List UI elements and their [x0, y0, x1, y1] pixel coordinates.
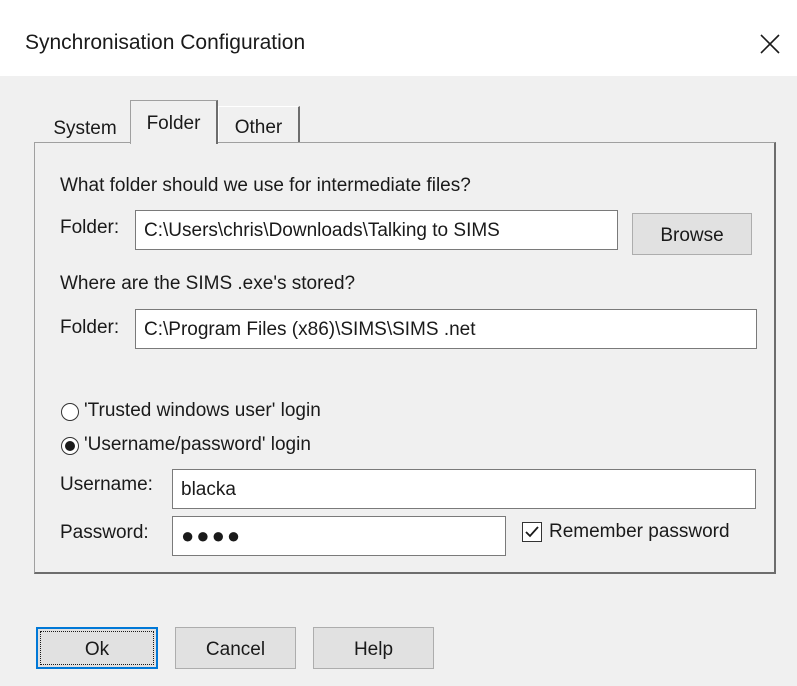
tab-other-label: Other [234, 117, 283, 138]
close-button[interactable] [752, 26, 788, 62]
focus-rectangle [40, 631, 154, 665]
username-input[interactable]: blacka [172, 469, 756, 509]
exe-folder-input[interactable]: C:\Program Files (x86)\SIMS\SIMS .net [135, 309, 757, 349]
tab-system[interactable]: System [40, 108, 130, 144]
intermediate-folder-question: What folder should we use for intermedia… [60, 175, 471, 196]
username-password-label[interactable]: 'Username/password' login [84, 434, 311, 456]
folder-tab-panel: What folder should we use for intermedia… [34, 142, 776, 574]
close-icon [760, 34, 780, 54]
remember-password-checkbox[interactable] [522, 522, 542, 542]
password-input[interactable]: ●●●● [172, 516, 506, 556]
checkmark-icon [525, 526, 539, 538]
ok-button[interactable]: Ok [36, 627, 158, 669]
tab-folder[interactable]: Folder [130, 100, 218, 144]
remember-password-label[interactable]: Remember password [549, 521, 730, 543]
username-label: Username: [60, 474, 153, 495]
tab-other[interactable]: Other [218, 106, 300, 142]
exe-location-question: Where are the SIMS .exe's stored? [60, 273, 356, 294]
intermediate-folder-input[interactable]: C:\Users\chris\Downloads\Talking to SIMS [135, 210, 618, 250]
title-bar: Synchronisation Configuration [0, 0, 797, 76]
window-title: Synchronisation Configuration [25, 31, 306, 54]
radio-selected-dot [65, 441, 75, 451]
tab-folder-label: Folder [146, 113, 201, 134]
username-value: blacka [181, 479, 236, 500]
password-value: ●●●● [181, 523, 243, 548]
cancel-button[interactable]: Cancel [175, 627, 296, 669]
help-button[interactable]: Help [313, 627, 434, 669]
password-label: Password: [60, 522, 149, 543]
exe-folder-label: Folder: [60, 317, 120, 338]
intermediate-folder-value: C:\Users\chris\Downloads\Talking to SIMS [144, 220, 500, 241]
username-password-radio[interactable] [61, 437, 79, 455]
cancel-button-label: Cancel [205, 639, 266, 660]
browse-button-label: Browse [660, 225, 724, 246]
help-button-label: Help [353, 639, 394, 660]
trusted-login-radio[interactable] [61, 403, 79, 421]
trusted-login-label[interactable]: 'Trusted windows user' login [84, 400, 321, 422]
tab-system-label: System [53, 118, 117, 139]
intermediate-folder-label: Folder: [60, 217, 120, 238]
browse-button[interactable]: Browse [632, 213, 752, 255]
exe-folder-value: C:\Program Files (x86)\SIMS\SIMS .net [144, 319, 476, 340]
